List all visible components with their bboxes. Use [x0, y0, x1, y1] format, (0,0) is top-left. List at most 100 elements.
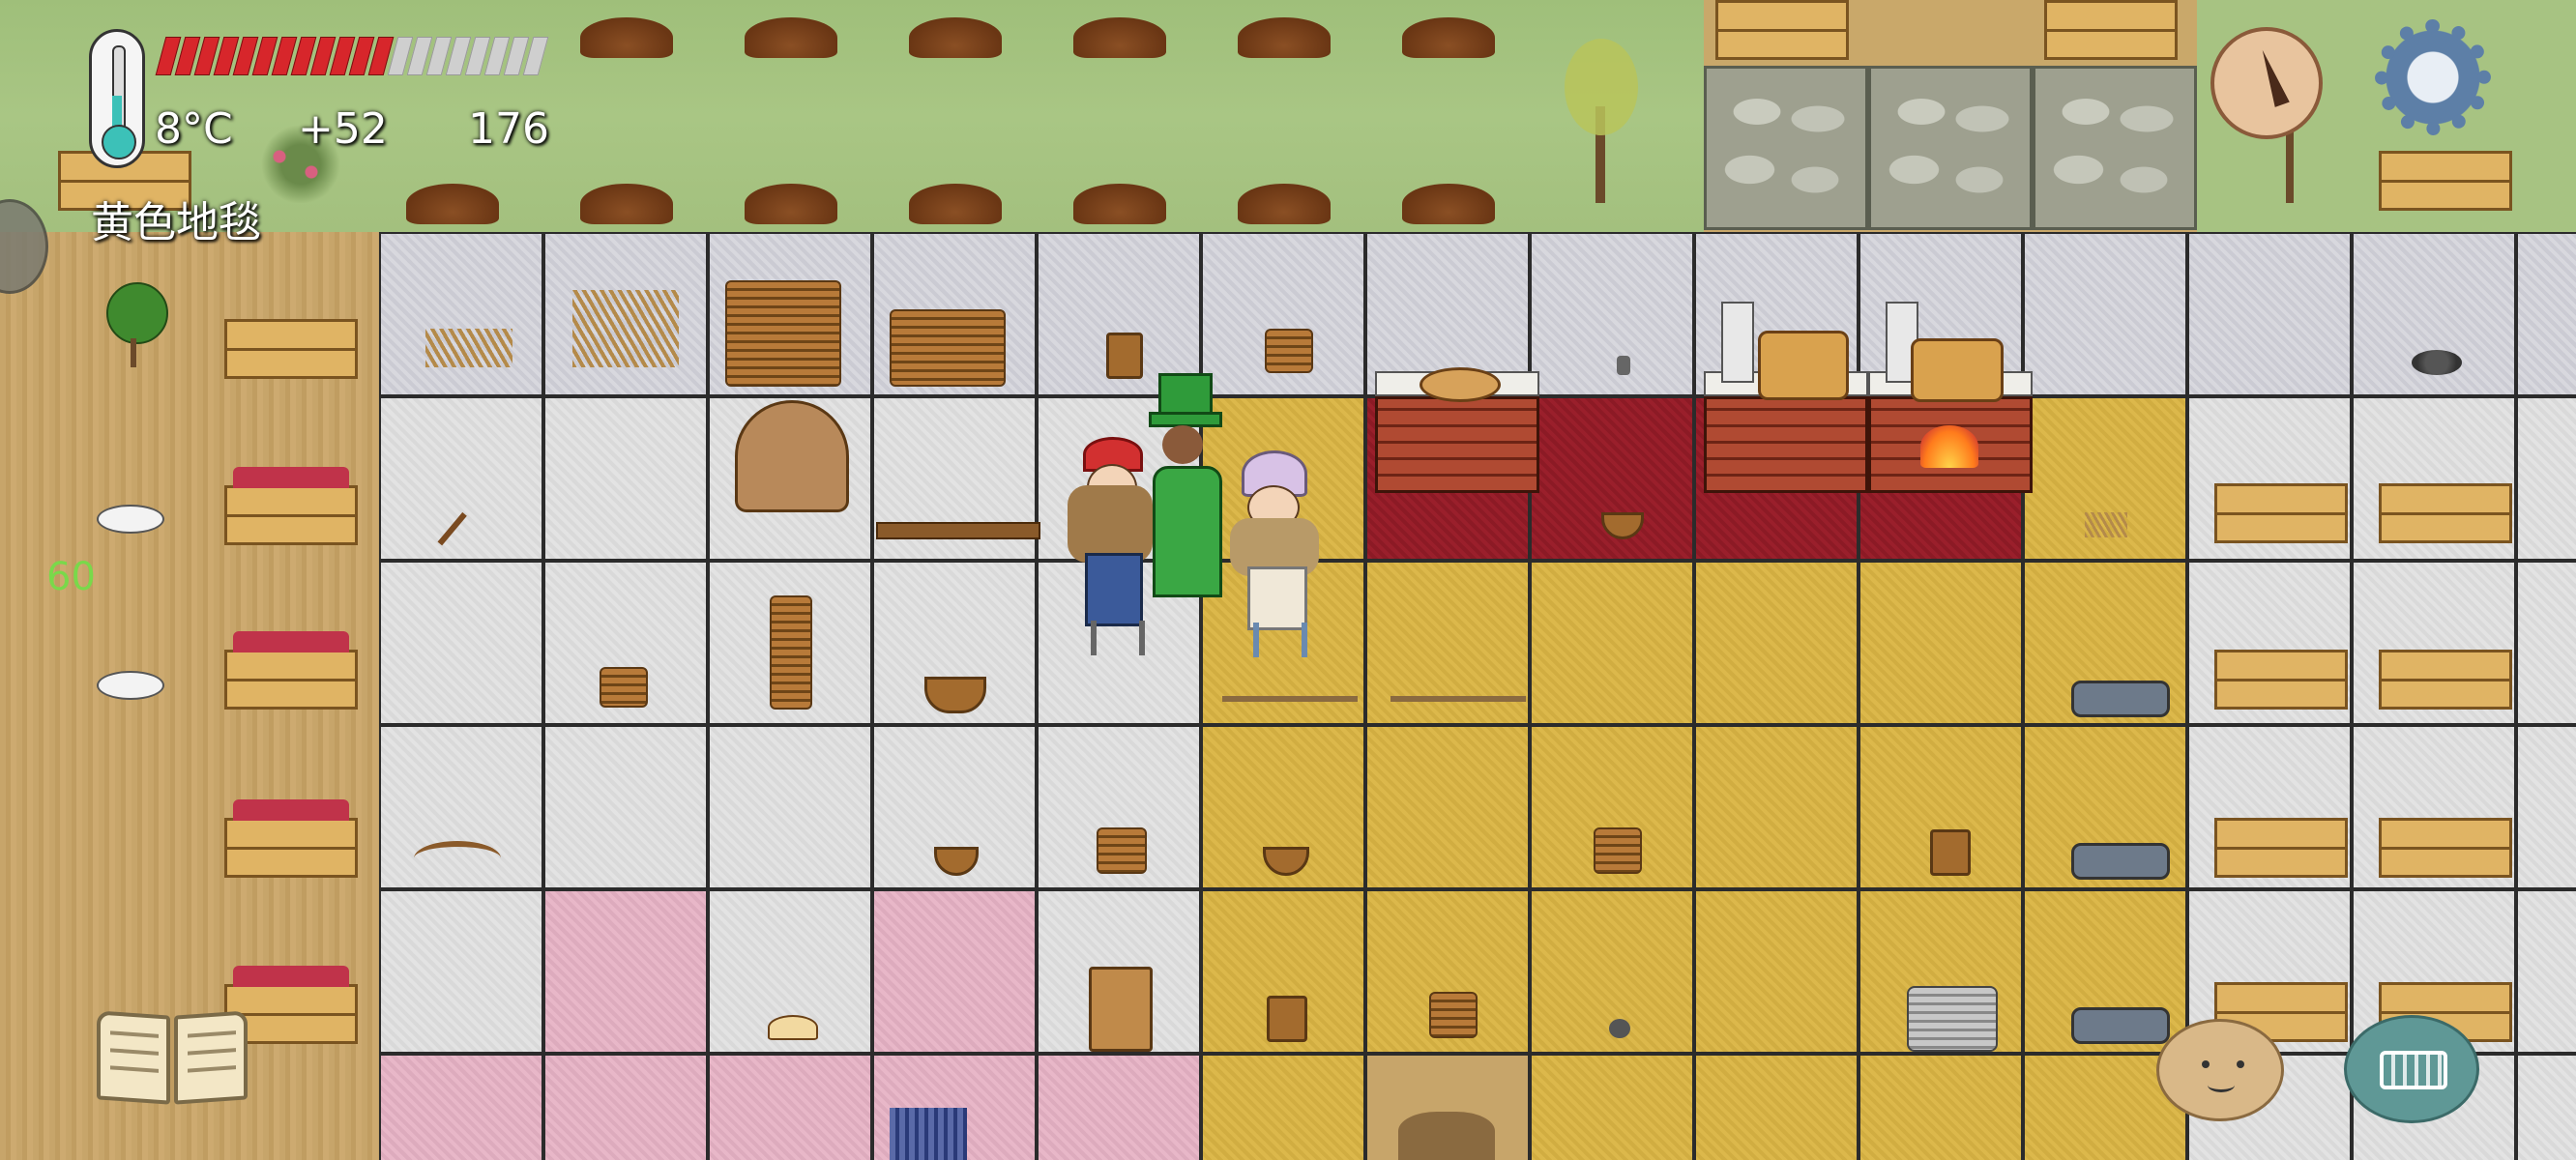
- firewood-stack[interactable]: [890, 309, 1006, 387]
- pink-carpet-tile[interactable]: [1037, 1054, 1201, 1160]
- water-trough[interactable]: [2071, 681, 2170, 717]
- floor-tile[interactable]: [2187, 232, 2352, 396]
- potato-face-icon[interactable]: [2156, 1019, 2284, 1121]
- straw-pile[interactable]: [425, 329, 512, 367]
- storage-crate[interactable]: [224, 319, 358, 379]
- pink-carpet-tile[interactable]: [379, 1054, 543, 1160]
- bread-loaf[interactable]: [768, 1015, 818, 1040]
- floor-tile[interactable]: [2516, 1054, 2576, 1160]
- plate-stack[interactable]: [1429, 992, 1478, 1038]
- dirt-mound[interactable]: [1402, 184, 1495, 224]
- nest[interactable]: [2085, 512, 2127, 537]
- kiln[interactable]: [735, 400, 849, 512]
- gear-icon[interactable]: [2375, 19, 2491, 135]
- storage-crate[interactable]: [2379, 818, 2512, 878]
- arrow-shaft[interactable]: [1390, 696, 1526, 702]
- yellow-carpet-tile[interactable]: [1694, 889, 1859, 1054]
- dirt-mound[interactable]: [909, 17, 1002, 58]
- yellow-carpet-tile[interactable]: [1859, 561, 2023, 725]
- pink-carpet-tile[interactable]: [708, 1054, 872, 1160]
- long-shaft[interactable]: [876, 522, 1040, 539]
- yellow-carpet-tile[interactable]: [1694, 725, 1859, 889]
- yellow-carpet-tile[interactable]: [1859, 1054, 2023, 1160]
- stacked-baskets[interactable]: [1911, 338, 2004, 402]
- stone-wall[interactable]: [1868, 66, 2033, 230]
- rabbit[interactable]: [97, 505, 164, 534]
- storage-crate[interactable]: [2379, 483, 2512, 543]
- stone-wall[interactable]: [2033, 66, 2197, 230]
- floor-tile[interactable]: [543, 725, 708, 889]
- yellow-carpet-tile[interactable]: [1694, 561, 1859, 725]
- storage-crate[interactable]: [2379, 151, 2512, 211]
- floor-tile[interactable]: [543, 396, 708, 561]
- storage-crate[interactable]: [2214, 818, 2348, 878]
- kindling-pile[interactable]: [572, 290, 679, 367]
- plate-stack[interactable]: [1265, 329, 1313, 373]
- firewood-stack[interactable]: [725, 280, 841, 387]
- storage-crate[interactable]: [1715, 0, 1849, 60]
- crate-of-berries[interactable]: [224, 799, 358, 878]
- pie-crust[interactable]: [1420, 367, 1501, 402]
- storage-crate[interactable]: [2379, 650, 2512, 710]
- floor-tile[interactable]: [708, 725, 872, 889]
- dirt-mound[interactable]: [1402, 17, 1495, 58]
- arrow-shaft[interactable]: [1222, 696, 1358, 702]
- wooden-bucket[interactable]: [1267, 996, 1307, 1042]
- floor-tile[interactable]: [2516, 889, 2576, 1054]
- stone-wall[interactable]: [1704, 66, 1868, 230]
- dirt-mound[interactable]: [1238, 17, 1331, 58]
- animal-burrow[interactable]: [1398, 1112, 1495, 1160]
- pink-carpet-tile[interactable]: [872, 889, 1037, 1054]
- yellow-carpet-tile[interactable]: [1201, 1054, 1365, 1160]
- bowl-stack[interactable]: [770, 595, 812, 710]
- clay-pot[interactable]: [1089, 967, 1153, 1052]
- floor-tile[interactable]: [379, 889, 543, 1054]
- game-world[interactable]: [0, 0, 2576, 1160]
- pink-carpet-tile[interactable]: [543, 1054, 708, 1160]
- storage-crate[interactable]: [2214, 650, 2348, 710]
- stones[interactable]: [2412, 350, 2462, 375]
- plate-stack[interactable]: [1594, 827, 1642, 874]
- yew-tree[interactable]: [1557, 39, 1644, 203]
- crate-of-berries[interactable]: [224, 467, 358, 545]
- player-knit-hat[interactable]: [1226, 450, 1323, 663]
- player-santa-hat[interactable]: [1068, 437, 1155, 659]
- rabbit[interactable]: [97, 671, 164, 700]
- floor-tile[interactable]: [2023, 232, 2187, 396]
- dirt-mound[interactable]: [406, 184, 499, 224]
- round-stone[interactable]: [1609, 1019, 1630, 1038]
- yellow-carpet-tile[interactable]: [1365, 725, 1530, 889]
- bow[interactable]: [414, 841, 501, 876]
- floor-tile[interactable]: [2516, 232, 2576, 396]
- compass-icon[interactable]: [2210, 27, 2323, 139]
- yellow-carpet-tile[interactable]: [1530, 1054, 1694, 1160]
- pink-carpet-tile[interactable]: [543, 889, 708, 1054]
- book-icon[interactable]: [97, 1005, 251, 1112]
- dirt-mound[interactable]: [1238, 184, 1331, 224]
- storage-crate[interactable]: [2214, 483, 2348, 543]
- dirt-mound[interactable]: [1073, 184, 1166, 224]
- dirt-mound[interactable]: [580, 184, 673, 224]
- water-trough[interactable]: [2071, 843, 2170, 880]
- keyboard-icon[interactable]: [2344, 1015, 2479, 1123]
- arrow-bundle[interactable]: [890, 1108, 967, 1160]
- dirt-mound[interactable]: [909, 184, 1002, 224]
- stone-stack[interactable]: [1907, 986, 1998, 1052]
- floor-tile[interactable]: [2516, 725, 2576, 889]
- wooden-bucket[interactable]: [1106, 333, 1143, 379]
- adobe-oven[interactable]: [1704, 396, 1868, 493]
- adobe-oven[interactable]: [1375, 396, 1539, 493]
- floor-tile[interactable]: [379, 561, 543, 725]
- dirt-mound[interactable]: [745, 184, 837, 224]
- yellow-carpet-tile[interactable]: [1694, 1054, 1859, 1160]
- storage-crate[interactable]: [2044, 0, 2178, 60]
- stacked-baskets[interactable]: [1758, 331, 1849, 400]
- yellow-carpet-tile[interactable]: [1530, 561, 1694, 725]
- flint-chip[interactable]: [1617, 356, 1630, 375]
- water-trough[interactable]: [2071, 1007, 2170, 1044]
- dirt-mound[interactable]: [1073, 17, 1166, 58]
- floor-tile[interactable]: [1530, 232, 1694, 396]
- plate-stack[interactable]: [600, 667, 648, 708]
- floor-tile[interactable]: [2516, 396, 2576, 561]
- wooden-bucket[interactable]: [1930, 829, 1971, 876]
